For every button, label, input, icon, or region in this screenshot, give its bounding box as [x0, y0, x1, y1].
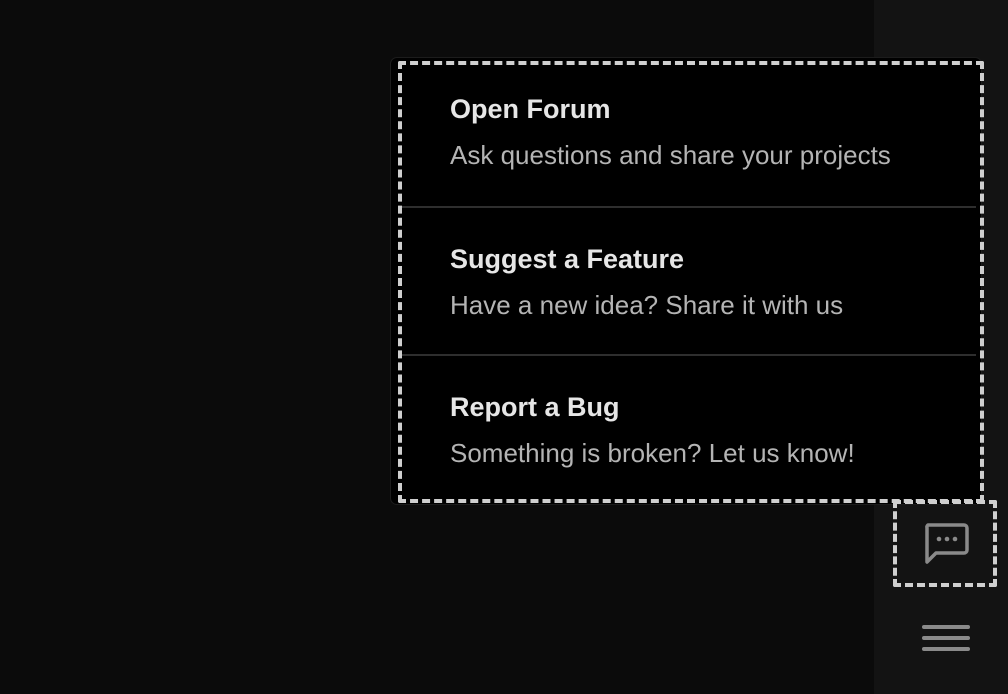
chat-button[interactable]: [893, 500, 997, 587]
menu-item-title: Report a Bug: [450, 392, 620, 422]
hamburger-menu-button[interactable]: [916, 618, 976, 658]
menu-item-title: Open Forum: [450, 94, 611, 124]
menu-item-description: Have a new idea? Share it with us: [450, 290, 844, 320]
hamburger-menu-icon: [922, 625, 970, 651]
menu-item-description: Something is broken? Let us know!: [450, 438, 855, 468]
menu-item-description: Ask questions and share your projects: [450, 140, 891, 170]
menu-item-title: Suggest a Feature: [450, 244, 685, 274]
chat-bubble-icon: [925, 523, 969, 564]
menu-item-open-forum[interactable]: Open Forum Ask questions and share your …: [400, 64, 976, 206]
menu-item-report-bug[interactable]: Report a Bug Something is broken? Let us…: [400, 356, 976, 496]
app-root: Open Forum Ask questions and share your …: [0, 0, 1008, 694]
menu-item-suggest-feature[interactable]: Suggest a Feature Have a new idea? Share…: [400, 208, 976, 354]
